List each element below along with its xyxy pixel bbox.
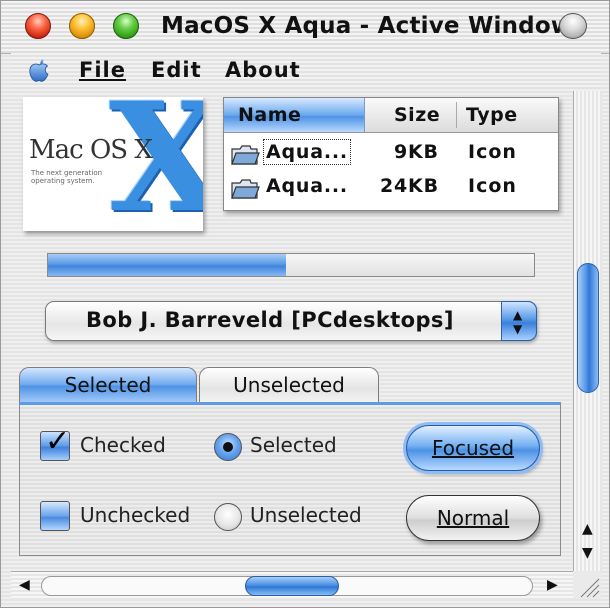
folder-icon <box>231 145 260 165</box>
progress-fill <box>48 254 287 276</box>
checkbox-label-checked: Checked <box>80 433 166 457</box>
file-size: 24KB <box>380 175 439 197</box>
mac-os-x-logo: X Mac OS X The next generation operating… <box>23 97 203 231</box>
menu-edit[interactable]: Edit <box>151 58 202 82</box>
radio-label-selected: Selected <box>250 433 337 457</box>
aqua-window: MacOS X Aqua - Active Window File Edit A… <box>0 0 610 608</box>
focused-button[interactable]: Focused <box>406 425 540 471</box>
minimize-button[interactable] <box>69 13 95 39</box>
scroll-left-arrow-icon[interactable]: ◀ <box>19 577 30 593</box>
vertical-scrollbar[interactable]: ▲ ▼ <box>573 91 602 571</box>
normal-button[interactable]: Normal <box>406 495 540 541</box>
resize-grip-icon[interactable] <box>573 571 601 599</box>
name-popup-menu[interactable]: Bob J. Barreveld [PCdesktops] ▲ ▼ <box>45 301 537 341</box>
table-row[interactable]: Aqua... 9KB Icon <box>224 138 558 170</box>
file-type: Icon <box>468 141 517 163</box>
menu-file-label: File <box>79 58 126 82</box>
list-header: Name Size Type <box>224 98 558 133</box>
column-divider <box>456 102 457 128</box>
checkmark-icon: ✓ <box>45 424 71 459</box>
file-list[interactable]: Name Size Type Aqua... 9KB Icon Aqua... … <box>223 97 559 211</box>
table-row[interactable]: Aqua... 24KB Icon <box>224 172 558 204</box>
close-button[interactable] <box>25 13 51 39</box>
horizontal-scroll-thumb[interactable] <box>245 576 339 596</box>
file-name: Aqua... <box>266 175 348 197</box>
column-header-size[interactable]: Size <box>394 104 440 126</box>
progress-bar <box>47 253 535 277</box>
file-size: 9KB <box>394 141 439 163</box>
file-name: Aqua... <box>263 139 351 165</box>
column-label-name: Name <box>238 104 302 126</box>
radio-label-unselected: Unselected <box>250 503 362 527</box>
tab-unselected[interactable]: Unselected <box>199 367 379 403</box>
scroll-down-arrow-icon[interactable]: ▼ <box>582 545 593 561</box>
checked-checkbox[interactable]: ✓ <box>40 424 70 461</box>
popup-selected-value: Bob J. Barreveld [PCdesktops] <box>86 308 454 332</box>
window-title: MacOS X Aqua - Active Window <box>161 13 573 39</box>
logo-brand-text: Mac OS X <box>29 135 153 165</box>
checkbox-label-unchecked: Unchecked <box>80 503 191 527</box>
logo-tagline: The next generation operating system. <box>31 169 103 185</box>
menu-about[interactable]: About <box>225 58 301 82</box>
folder-icon <box>231 179 260 199</box>
column-header-type[interactable]: Type <box>466 104 518 126</box>
popup-arrows-icon[interactable]: ▲ ▼ <box>501 301 537 341</box>
apple-menu-icon[interactable] <box>27 57 51 83</box>
focused-button-label: Focused <box>431 436 515 460</box>
vertical-scroll-thumb[interactable] <box>577 263 599 393</box>
collapse-button[interactable] <box>559 13 587 39</box>
normal-button-label: Normal <box>436 506 510 530</box>
menu-bar: File Edit About <box>11 53 601 89</box>
unselected-radio[interactable] <box>214 503 242 531</box>
tab-selected[interactable]: Selected <box>19 367 197 403</box>
scroll-right-arrow-icon[interactable]: ▶ <box>547 577 558 593</box>
horizontal-scrollbar[interactable]: ◀ ▶ <box>11 571 573 600</box>
zoom-button[interactable] <box>113 13 139 39</box>
selected-radio[interactable] <box>214 433 242 461</box>
title-bar[interactable]: MacOS X Aqua - Active Window <box>1 1 609 54</box>
unchecked-checkbox[interactable] <box>40 501 70 531</box>
file-type: Icon <box>468 175 517 197</box>
menu-file[interactable]: File <box>79 58 126 82</box>
scroll-up-arrow-icon[interactable]: ▲ <box>582 521 593 537</box>
tab-pane: ✓ Checked Selected Focused Unchecked Uns… <box>19 402 561 556</box>
